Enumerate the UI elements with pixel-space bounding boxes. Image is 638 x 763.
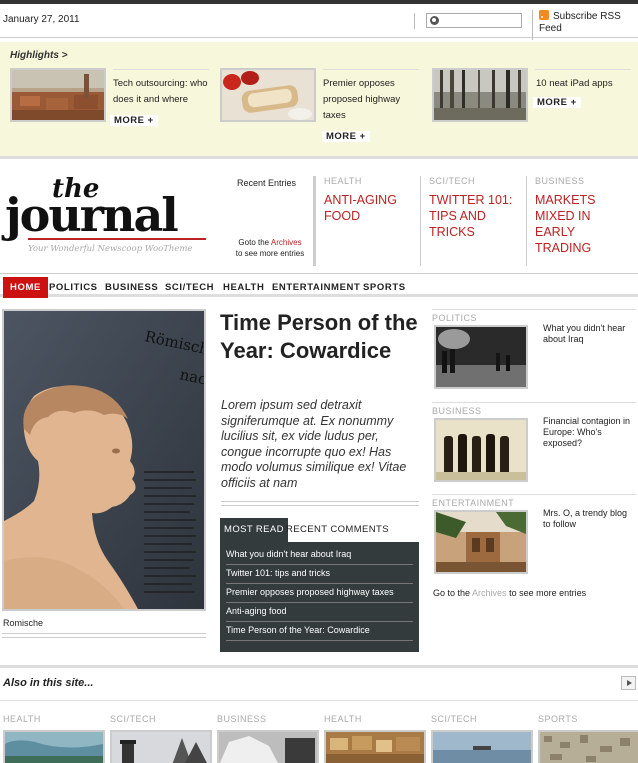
highlight-divider bbox=[113, 69, 209, 70]
masthead: the journal Your Wonderful Newscoop WooT… bbox=[0, 170, 638, 270]
highlight-more-link[interactable]: MORE + bbox=[322, 131, 370, 142]
recent-entry-category[interactable]: HEALTH bbox=[324, 176, 419, 186]
sidebar-archives-link[interactable]: Archives bbox=[472, 588, 507, 598]
caption-rule bbox=[2, 633, 206, 634]
highlight-more-link[interactable]: MORE + bbox=[110, 115, 158, 126]
sidebar-post-title[interactable]: What you didn't hear about Iraq bbox=[543, 323, 635, 345]
list-item[interactable]: Twitter 101: tips and tricks bbox=[226, 565, 413, 584]
lede-rule bbox=[221, 505, 419, 506]
also-thumbnail[interactable] bbox=[431, 730, 533, 763]
sidebar-post-title[interactable]: Mrs. O, a trendy blog to follow bbox=[543, 508, 635, 530]
feature-caption: Romische bbox=[3, 618, 44, 628]
archives-link[interactable]: Archives bbox=[271, 238, 302, 247]
recent-entry-category[interactable]: BUSINESS bbox=[535, 176, 630, 186]
search-area bbox=[414, 13, 522, 29]
most-read-list: What you didn't hear about Iraq Twitter … bbox=[220, 542, 419, 652]
also-thumbnail[interactable] bbox=[324, 730, 426, 763]
next-arrow-button[interactable] bbox=[621, 676, 636, 690]
archive-note-prefix: Goto the bbox=[238, 238, 271, 247]
sidebar-archive-suffix: to see more entries bbox=[509, 588, 587, 598]
also-in-site-title: Also in this site... bbox=[3, 677, 94, 689]
list-item[interactable]: Time Person of the Year: Cowardice bbox=[226, 622, 413, 641]
recent-entries-label: Recent Entries bbox=[237, 178, 297, 188]
date-bar: January 27, 2011 Subscribe RSS Feed bbox=[0, 4, 638, 40]
nav-health[interactable]: HEALTH bbox=[216, 277, 271, 298]
search-icon bbox=[430, 16, 439, 25]
recent-entry-title[interactable]: Markets mixed in early trading bbox=[535, 192, 630, 256]
recent-entry-category[interactable]: SCI/TECH bbox=[429, 176, 526, 186]
also-thumbnail[interactable] bbox=[3, 730, 105, 763]
sidebar-post-thumbnail[interactable] bbox=[434, 325, 528, 389]
tab-recent-comments[interactable]: RECENT COMMENTS bbox=[282, 518, 393, 542]
rss-icon bbox=[539, 10, 549, 20]
sidebar-post-category[interactable]: ENTERTAINMENT bbox=[432, 494, 636, 508]
highlight-divider bbox=[323, 69, 419, 70]
also-thumbnail[interactable] bbox=[217, 730, 319, 763]
nav-entertainment[interactable]: ENTERTAINMENT bbox=[265, 277, 367, 298]
sidebar-archive-prefix: Go to the bbox=[433, 588, 471, 598]
also-category[interactable]: SCI/TECH bbox=[431, 714, 477, 724]
section-divider bbox=[0, 700, 638, 701]
also-thumbnail[interactable] bbox=[110, 730, 212, 763]
sidebar-post: POLITICS What you didn't hear about Iraq bbox=[432, 309, 636, 399]
highlight-more-link[interactable]: MORE + bbox=[533, 97, 581, 108]
highlight-title[interactable]: Premier opposes proposed highway taxes bbox=[323, 76, 423, 124]
recent-entry: SCI/TECH Twitter 101: tips and tricks bbox=[420, 176, 526, 266]
recent-entries-archive-note: Goto the Archives to see more entries bbox=[230, 237, 310, 259]
current-date: January 27, 2011 bbox=[3, 14, 80, 25]
tabs-widget: MOST READ RECENT COMMENTS What you didn'… bbox=[220, 518, 419, 652]
recent-entry: HEALTH Anti-aging food bbox=[313, 176, 419, 266]
nav-politics[interactable]: POLITICS bbox=[42, 277, 105, 298]
list-item[interactable]: Premier opposes proposed highway taxes bbox=[226, 584, 413, 603]
sidebar-archive-note: Go to the Archives to see more entries bbox=[433, 588, 586, 598]
list-item[interactable]: Anti-aging food bbox=[226, 603, 413, 622]
sidebar-post-thumbnail[interactable] bbox=[434, 418, 528, 482]
also-category[interactable]: SCI/TECH bbox=[110, 714, 156, 724]
also-thumbnail[interactable] bbox=[538, 730, 638, 763]
rss-label: Subscribe RSS Feed bbox=[539, 11, 621, 34]
feature-headline[interactable]: Time Person of the Year: Cowardice bbox=[220, 309, 420, 365]
sidebar-post-category[interactable]: BUSINESS bbox=[432, 402, 636, 416]
tab-most-read[interactable]: MOST READ bbox=[220, 518, 288, 542]
recent-entry-title[interactable]: Twitter 101: tips and tricks bbox=[429, 192, 526, 240]
highlight-title[interactable]: Tech outsourcing: who does it and where bbox=[113, 76, 213, 108]
sidebar-post-thumbnail[interactable] bbox=[434, 510, 528, 574]
sidebar-post-category[interactable]: POLITICS bbox=[432, 309, 636, 323]
nav-sports[interactable]: SPORTS bbox=[356, 277, 413, 298]
sidebar-post: ENTERTAINMENT Mrs. O, a trendy blog to f… bbox=[432, 494, 636, 584]
feature-image[interactable]: Römische nach bbox=[2, 309, 206, 611]
list-item[interactable]: What you didn't hear about Iraq bbox=[226, 546, 413, 565]
main-navigation: HOME POLITICS BUSINESS SCI/TECH HEALTH E… bbox=[0, 273, 638, 298]
highlights-title[interactable]: Highlights > bbox=[10, 50, 68, 61]
also-category[interactable]: SPORTS bbox=[538, 714, 578, 724]
caption-rule bbox=[2, 637, 206, 638]
sidebar-post-title[interactable]: Financial contagion in Europe: Who's exp… bbox=[543, 416, 635, 449]
highlights-panel: Highlights > Tech outsourcing: who does … bbox=[0, 42, 638, 159]
search-input[interactable] bbox=[426, 13, 522, 28]
highlight-title[interactable]: 10 neat iPad apps bbox=[536, 76, 636, 92]
feature-lede: Lorem ipsum sed detraxit signiferumque a… bbox=[221, 398, 407, 490]
nav-business[interactable]: BUSINESS bbox=[98, 277, 165, 298]
also-category[interactable]: HEALTH bbox=[324, 714, 362, 724]
highlight-thumbnail[interactable] bbox=[220, 68, 316, 122]
also-category[interactable]: HEALTH bbox=[3, 714, 41, 724]
nav-scitech[interactable]: SCI/TECH bbox=[158, 277, 221, 298]
recent-entry-title[interactable]: Anti-aging food bbox=[324, 192, 419, 224]
archive-note-suffix: to see more entries bbox=[235, 249, 305, 258]
highlight-thumbnail[interactable] bbox=[432, 68, 528, 122]
section-divider bbox=[0, 665, 638, 668]
recent-entry: BUSINESS Markets mixed in early trading bbox=[526, 176, 630, 266]
logo-tagline: Your Wonderful Newscoop WooTheme bbox=[28, 244, 193, 254]
highlight-divider bbox=[535, 69, 631, 70]
sidebar-post: BUSINESS Financial contagion in Europe: … bbox=[432, 402, 636, 492]
highlight-thumbnail[interactable] bbox=[10, 68, 106, 122]
lede-rule bbox=[221, 501, 419, 502]
logo-underline bbox=[28, 238, 206, 240]
also-category[interactable]: BUSINESS bbox=[217, 714, 267, 724]
logo-journal[interactable]: journal bbox=[5, 188, 179, 242]
rss-subscribe-link[interactable]: Subscribe RSS Feed bbox=[532, 10, 638, 40]
